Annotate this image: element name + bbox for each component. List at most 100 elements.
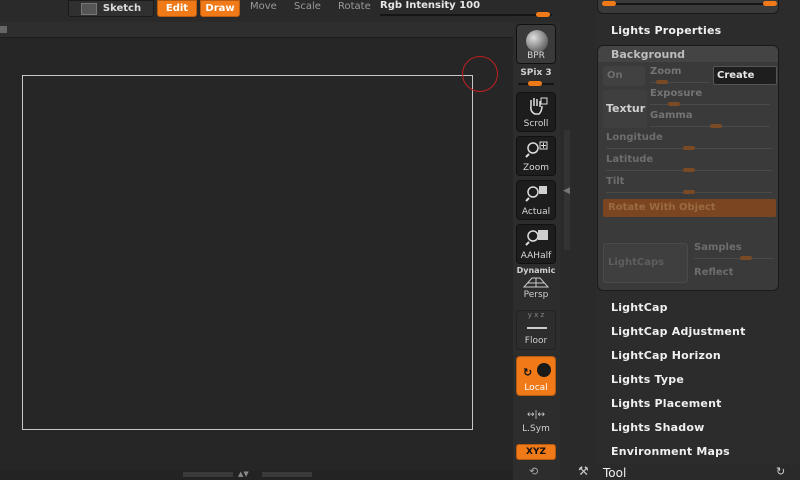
lightcap-adjustment-item[interactable]: LightCap Adjustment — [611, 325, 746, 338]
draw-label: Draw — [205, 3, 235, 14]
brush-cursor-circle — [462, 56, 498, 92]
lsym-label: L.Sym — [522, 424, 550, 434]
spix-label: SPix 3 — [520, 68, 552, 78]
edit-button[interactable]: Edit — [157, 0, 197, 17]
bpr-label: BPR — [527, 51, 545, 61]
background-title: Background — [611, 48, 686, 61]
reflect-label: Reflect — [694, 267, 734, 278]
magnifier-plus-icon — [525, 141, 548, 158]
floor-icon — [527, 327, 547, 329]
persp-button[interactable]: Persp — [516, 276, 556, 302]
collapse-arrow-icon[interactable]: ◀ — [563, 186, 570, 196]
scroll-label: Scroll — [523, 119, 549, 129]
tool-label: Tool — [603, 466, 627, 480]
lsym-button[interactable]: ↔|↔ L.Sym — [516, 404, 556, 436]
lightcap-item[interactable]: LightCap — [611, 301, 668, 314]
xyz-button[interactable]: XYZ — [516, 444, 556, 460]
lightcaps-button[interactable]: LightCaps — [603, 243, 688, 283]
local-button[interactable]: ↻ Local — [516, 356, 556, 396]
tool-palette-header[interactable]: ⚒ Tool ↻ — [578, 464, 800, 480]
rotate-with-object-label: Rotate With Object — [608, 202, 716, 213]
lights-type-item[interactable]: Lights Type — [611, 373, 684, 386]
previous-panel-bottom — [597, 0, 779, 14]
bottom-scroll-left[interactable] — [183, 472, 233, 477]
latitude-knob[interactable] — [683, 168, 695, 172]
sketch-label: Sketch — [102, 3, 142, 14]
zoom-slider-label: Zoom — [650, 66, 682, 77]
document-frame — [22, 75, 473, 430]
canvas-corner-icon — [0, 26, 7, 33]
lights-properties-item[interactable]: Lights Properties — [611, 24, 721, 37]
samples-track[interactable] — [694, 258, 774, 259]
actual-label: Actual — [521, 207, 551, 217]
local-sphere-icon — [537, 363, 551, 377]
lights-placement-item[interactable]: Lights Placement — [611, 397, 722, 410]
lightcap-horizon-item[interactable]: LightCap Horizon — [611, 349, 721, 362]
previous-slider-knob-right[interactable] — [763, 1, 777, 6]
draw-button[interactable]: Draw — [200, 0, 240, 17]
tool-brush-icon: ⚒ — [578, 464, 589, 478]
on-toggle[interactable]: On — [603, 66, 645, 86]
lightcaps-label: LightCaps — [608, 257, 665, 268]
zoom-button[interactable]: Zoom — [516, 136, 556, 176]
rgb-intensity-knob[interactable] — [536, 12, 550, 17]
rotate-gizmo-icon[interactable]: ⟲ — [529, 465, 538, 478]
gamma-label: Gamma — [650, 110, 693, 121]
floor-label: Floor — [524, 336, 548, 346]
gamma-knob[interactable] — [710, 124, 722, 128]
rotate-button[interactable]: Rotate — [338, 1, 371, 12]
xyz-label: XYZ — [526, 447, 546, 457]
edit-label: Edit — [165, 3, 189, 14]
dynamic-label: Dynamic — [516, 266, 556, 275]
rgb-intensity-slider[interactable]: Rgb Intensity 100 — [380, 0, 480, 11]
scale-button[interactable]: Scale — [294, 1, 321, 12]
exposure-label: Exposure — [650, 88, 703, 99]
bpr-button[interactable]: BPR — [516, 24, 556, 64]
create-button[interactable]: Create — [713, 66, 777, 85]
tilt-label: Tilt — [606, 176, 625, 187]
zoom-label: Zoom — [523, 163, 549, 173]
sketch-icon — [80, 2, 97, 15]
latitude-label: Latitude — [606, 154, 654, 165]
canvas-bottom-bar: ▲▼ — [0, 470, 513, 480]
sphere-icon — [526, 30, 548, 52]
floor-button[interactable]: y x z Floor — [516, 310, 556, 350]
floor-axis-icon: y x z — [527, 311, 545, 319]
exposure-knob[interactable] — [668, 102, 680, 106]
bottom-arrows-icon[interactable]: ▲▼ — [238, 471, 258, 478]
tool-refresh-icon[interactable]: ↻ — [776, 465, 785, 478]
zoom-slider-knob[interactable] — [656, 80, 668, 84]
lights-shadow-item[interactable]: Lights Shadow — [611, 421, 705, 434]
samples-knob[interactable] — [740, 256, 752, 260]
actual-button[interactable]: Actual — [516, 180, 556, 220]
tilt-knob[interactable] — [683, 190, 695, 194]
spix-knob[interactable] — [528, 81, 542, 86]
environment-maps-item[interactable]: Environment Maps — [611, 445, 730, 458]
create-label: Create — [717, 70, 755, 81]
rgb-intensity-value: 100 — [459, 0, 481, 11]
canvas-header-strip — [0, 22, 513, 38]
sketch-button[interactable]: Sketch — [68, 0, 154, 17]
aahalf-button[interactable]: AAHalf — [516, 224, 556, 264]
previous-slider-knob-left[interactable] — [602, 1, 616, 6]
texture-slot[interactable]: Textur — [603, 90, 647, 128]
previous-slider-track[interactable] — [608, 3, 770, 5]
rotate-with-object-button[interactable]: Rotate With Object — [603, 199, 776, 217]
rgb-intensity-label: Rgb Intensity — [380, 0, 456, 11]
persp-label: Persp — [523, 290, 549, 300]
local-rotate-icon: ↻ — [523, 366, 533, 379]
longitude-knob[interactable] — [683, 146, 695, 150]
top-toolbar: Sketch Edit Draw Move Scale Rotate Rgb I… — [0, 0, 560, 22]
bottom-scroll-right[interactable] — [262, 472, 312, 477]
longitude-label: Longitude — [606, 132, 663, 143]
samples-label: Samples — [694, 242, 742, 253]
perspective-grid-icon — [522, 277, 550, 288]
move-button[interactable]: Move — [250, 1, 277, 12]
aahalf-label: AAHalf — [520, 251, 552, 261]
on-label: On — [607, 70, 623, 81]
background-header[interactable]: Background — [598, 46, 778, 62]
scroll-button[interactable]: Scroll — [516, 92, 556, 132]
texture-label: Textur — [606, 102, 646, 115]
rgb-intensity-track[interactable] — [380, 14, 552, 16]
local-label: Local — [524, 383, 548, 393]
